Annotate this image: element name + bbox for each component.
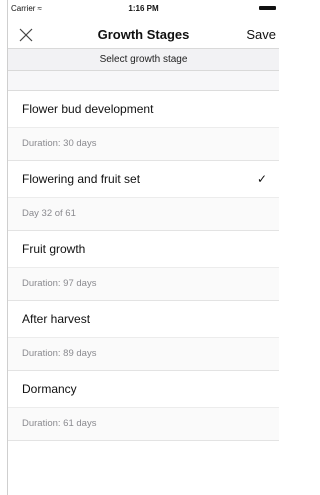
section-subheader: Select growth stage [8,48,279,71]
stage-name[interactable]: After harvest [8,301,279,338]
stage-detail: Duration: 89 days [8,338,279,370]
stage-dormancy[interactable]: Dormancy Duration: 61 days [8,371,279,441]
battery-icon [259,6,276,10]
status-time: 1:16 PM [128,4,159,13]
stage-name-text: Fruit growth [22,242,86,256]
stage-detail: Duration: 30 days [8,128,279,160]
screen: Carrier ≈ 1:16 PM Growth Stages Save Sel… [8,0,279,495]
stage-name-text: Dormancy [22,382,77,396]
stage-name-text: Flower bud development [22,102,154,116]
navigation-bar: Growth Stages Save [8,22,279,48]
stage-detail: Duration: 61 days [8,408,279,440]
stage-fruit-growth[interactable]: Fruit growth Duration: 97 days [8,231,279,301]
stage-detail: Duration: 97 days [8,268,279,300]
save-button[interactable]: Save [246,27,276,42]
status-bar: Carrier ≈ 1:16 PM [8,0,279,22]
stage-name[interactable]: Flower bud development [8,91,279,128]
checkmark-icon: ✓ [256,172,267,186]
stage-name[interactable]: Flowering and fruit set ✓ [8,161,279,198]
stage-detail: Day 32 of 61 [8,198,279,230]
stage-name[interactable]: Dormancy [8,371,279,408]
stage-after-harvest[interactable]: After harvest Duration: 89 days [8,301,279,371]
stage-name-text: After harvest [22,312,91,326]
section-gap [8,71,279,91]
stage-name-text: Flowering and fruit set [22,172,141,186]
stage-name[interactable]: Fruit growth [8,231,279,268]
stage-flowering-and-fruit-set[interactable]: Flowering and fruit set ✓ Day 32 of 61 [8,161,279,231]
page-title: Growth Stages [97,27,190,42]
stage-flower-bud-development[interactable]: Flower bud development Duration: 30 days [8,91,279,161]
